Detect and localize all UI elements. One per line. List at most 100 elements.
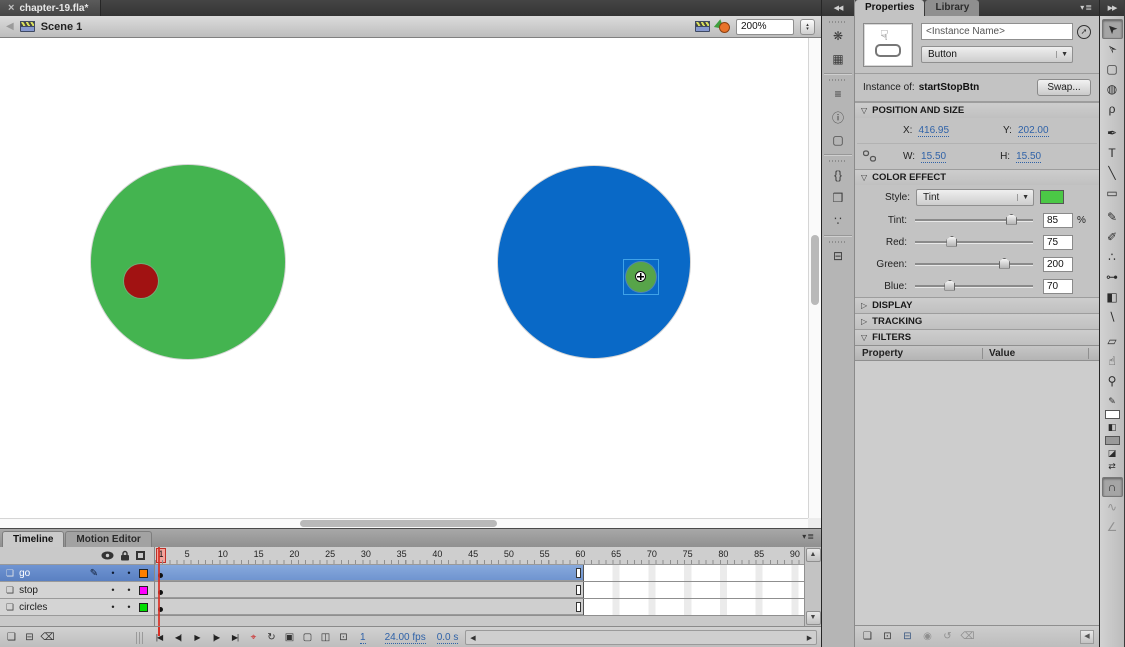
timeline-frames-area[interactable]: 151015202530354045505560657075808590 xyxy=(155,547,804,626)
new-folder-icon[interactable]: ⊟ xyxy=(22,630,37,645)
slider-thumb[interactable] xyxy=(946,236,957,247)
slider-value-input[interactable]: 85 xyxy=(1043,213,1073,228)
motion-presets-panel-icon[interactable]: ∵ xyxy=(826,210,851,232)
lasso-tool[interactable]: ρ xyxy=(1102,99,1123,119)
layer-row-stop[interactable]: ❏stop•• xyxy=(0,582,154,599)
components-panel-icon[interactable]: ❒ xyxy=(826,187,851,209)
eyedropper-tool[interactable]: ∖ xyxy=(1102,307,1123,327)
filter-library-icon[interactable]: ⊟ xyxy=(900,629,915,644)
frame-rate-value[interactable]: 24.00 fps xyxy=(385,632,426,644)
tab-library[interactable]: Library xyxy=(925,0,979,16)
center-frame-icon[interactable]: ⌖ xyxy=(246,630,261,645)
direct-selection-icon[interactable]: ➚ xyxy=(1077,25,1091,39)
zoom-tool[interactable]: ⚲ xyxy=(1102,371,1123,391)
collapse-tools-icon[interactable]: ▶▶ xyxy=(1100,0,1124,16)
bone-tool[interactable]: ⊶ xyxy=(1102,267,1123,287)
layer-lock-dot[interactable]: • xyxy=(121,602,137,612)
frames-row-go[interactable] xyxy=(155,565,804,582)
scene-label[interactable]: Scene 1 xyxy=(41,21,83,33)
slider-track[interactable] xyxy=(915,219,1033,222)
fill-color-chip[interactable] xyxy=(1105,436,1120,445)
modify-markers-icon[interactable]: ⊡ xyxy=(336,630,351,645)
current-frame-value[interactable]: 1 xyxy=(360,632,366,644)
timeline-vertical-scrollbar[interactable]: ▲ ▼ xyxy=(804,547,821,626)
section-tracking[interactable]: ▷ TRACKING xyxy=(855,313,1099,329)
project-panel-icon[interactable]: ⊟ xyxy=(826,245,851,267)
elapsed-time-value[interactable]: 0.0 s xyxy=(437,632,459,644)
timeline-ruler[interactable]: 151015202530354045505560657075808590 xyxy=(155,547,804,565)
slider-value-input[interactable]: 200 xyxy=(1043,257,1073,272)
x-value[interactable]: 416.95 xyxy=(918,125,949,137)
end-frame-marker[interactable] xyxy=(576,585,581,595)
rectangle-tool[interactable]: ▭ xyxy=(1102,183,1123,203)
layer-visible-dot[interactable]: • xyxy=(105,602,121,612)
slider-thumb[interactable] xyxy=(944,280,955,291)
zoom-level-input[interactable] xyxy=(736,19,794,35)
smooth-icon[interactable]: ∿ xyxy=(1102,497,1123,517)
layer-lock-dot[interactable]: • xyxy=(121,585,137,595)
panel-group-grip[interactable] xyxy=(829,19,847,24)
layer-visible-dot[interactable]: • xyxy=(105,585,121,595)
stage-horizontal-scroll-thumb[interactable] xyxy=(300,520,497,527)
scroll-down-icon[interactable]: ▼ xyxy=(806,611,821,625)
layer-lock-dot[interactable]: • xyxy=(121,568,137,578)
end-frame-marker[interactable] xyxy=(576,568,581,578)
stage-vertical-scrollbar[interactable] xyxy=(808,38,821,518)
tab-motion-editor[interactable]: Motion Editor xyxy=(65,531,151,547)
blue-circle-shape[interactable] xyxy=(498,166,690,358)
playhead[interactable] xyxy=(158,547,160,626)
slider-track[interactable] xyxy=(915,263,1033,266)
panel-group-grip[interactable] xyxy=(829,158,847,163)
frame-span[interactable] xyxy=(155,599,584,615)
onion-skin-icon[interactable]: ▣ xyxy=(282,630,297,645)
go-to-last-frame-button[interactable]: ▶| xyxy=(227,630,243,645)
properties-panel-menu-icon[interactable]: ▾≣ xyxy=(1080,3,1093,12)
transform-panel-icon[interactable]: ▢ xyxy=(826,129,851,151)
show-hide-layers-icon[interactable] xyxy=(101,551,114,560)
slider-track[interactable] xyxy=(915,285,1033,288)
tab-properties[interactable]: Properties xyxy=(855,0,924,16)
step-back-button[interactable]: ◀| xyxy=(170,630,186,645)
add-filter-icon[interactable]: ❑ xyxy=(860,629,875,644)
filters-empty-list[interactable] xyxy=(855,361,1099,625)
edit-scene-icon[interactable] xyxy=(695,21,710,32)
green-circle-shape[interactable] xyxy=(91,165,285,359)
step-forward-button[interactable]: |▶ xyxy=(208,630,224,645)
swap-colors-icon[interactable]: ⇄ xyxy=(1102,460,1123,473)
section-display[interactable]: ▷ DISPLAY xyxy=(855,297,1099,313)
scroll-right-icon[interactable]: ▶ xyxy=(803,634,816,642)
scroll-up-icon[interactable]: ▲ xyxy=(806,548,821,562)
layer-row-go[interactable]: ❏go✎•• xyxy=(0,565,154,582)
edit-multiple-frames-icon[interactable]: ◫ xyxy=(318,630,333,645)
timeline-panel-menu-icon[interactable]: ▾≣ xyxy=(802,532,815,541)
stage[interactable] xyxy=(0,38,821,528)
black-white-colors-icon[interactable]: ◪ xyxy=(1102,447,1123,460)
back-arrow-icon[interactable]: ◀ xyxy=(6,21,14,32)
scroll-left-icon[interactable]: ◀ xyxy=(466,634,479,642)
straighten-icon[interactable]: ∠ xyxy=(1102,517,1123,537)
red-dot-shape[interactable] xyxy=(124,264,158,298)
end-frame-marker[interactable] xyxy=(576,602,581,612)
layer-name[interactable]: circles xyxy=(19,602,83,613)
outline-layers-icon[interactable] xyxy=(136,551,145,560)
close-document-icon[interactable]: × xyxy=(8,3,14,13)
slider-thumb[interactable] xyxy=(1006,214,1017,225)
y-value[interactable]: 202.00 xyxy=(1018,125,1049,137)
layer-name[interactable]: stop xyxy=(19,585,83,596)
layer-name[interactable]: go xyxy=(19,568,83,579)
slider-thumb[interactable] xyxy=(999,258,1010,269)
onion-skin-outlines-icon[interactable]: ▢ xyxy=(300,630,315,645)
tint-color-swatch[interactable] xyxy=(1040,190,1064,204)
frame-span[interactable] xyxy=(155,582,584,598)
zoom-stepper[interactable]: ▴▾ xyxy=(800,19,815,35)
info-panel-icon[interactable]: ⓘ xyxy=(826,106,851,128)
selection-tool[interactable]: ➤ xyxy=(1102,19,1123,39)
stroke-color-icon[interactable]: ✎ xyxy=(1102,395,1123,408)
panel-group-grip[interactable] xyxy=(829,77,847,82)
pencil-tool[interactable]: ✎ xyxy=(1102,207,1123,227)
swap-button[interactable]: Swap... xyxy=(1037,79,1091,96)
edit-symbols-icon[interactable] xyxy=(716,20,730,33)
layer-color-swatch[interactable] xyxy=(139,569,148,578)
h-value[interactable]: 15.50 xyxy=(1016,151,1041,163)
color-panel-icon[interactable]: ❋ xyxy=(826,25,851,47)
